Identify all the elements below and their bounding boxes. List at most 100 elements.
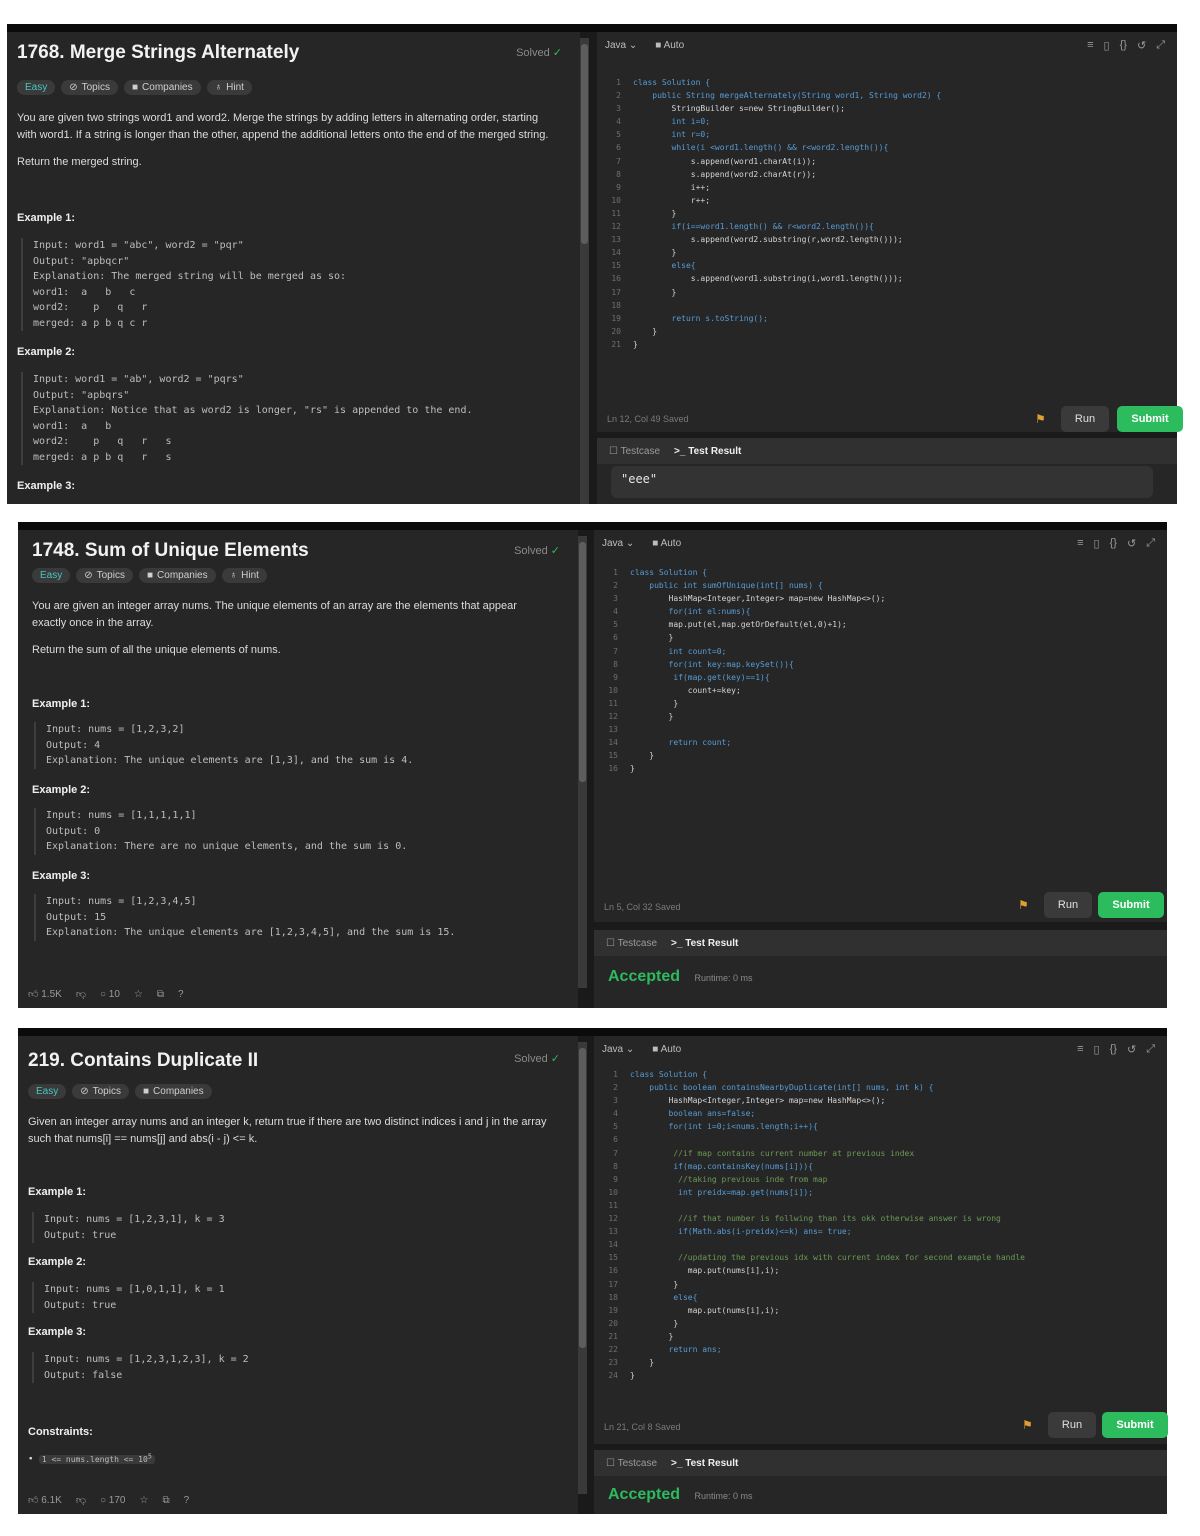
- language-selector[interactable]: Java ⌄: [602, 1044, 634, 1055]
- comments-button[interactable]: ○ 10: [100, 989, 120, 1000]
- code-line[interactable]: 23 }: [596, 1356, 1025, 1369]
- tab-test-result[interactable]: >_ Test Result: [671, 938, 738, 949]
- submit-button[interactable]: Submit: [1098, 892, 1164, 918]
- code-line[interactable]: 3 HashMap<Integer,Integer> map=new HashM…: [596, 1094, 1025, 1107]
- share-icon[interactable]: ⧉: [162, 1495, 169, 1506]
- code-editor[interactable]: 1 class Solution {2 public boolean contai…: [596, 1068, 1025, 1382]
- format-icon[interactable]: ≡: [1087, 39, 1093, 52]
- expand-icon[interactable]: ⤢: [1156, 39, 1165, 52]
- code-line[interactable]: 15 }: [596, 749, 885, 762]
- help-icon[interactable]: ?: [178, 989, 184, 1000]
- code-line[interactable]: 4 for(int el:nums){: [596, 605, 885, 618]
- format-icon[interactable]: ≡: [1077, 537, 1083, 550]
- bookmark-icon[interactable]: ▯: [1094, 1043, 1100, 1056]
- code-line[interactable]: 7 //if map contains current number at pr…: [596, 1147, 1025, 1160]
- code-line[interactable]: 6 while(i <word1.length() && r<word2.len…: [599, 141, 941, 154]
- language-selector[interactable]: Java ⌄: [602, 538, 634, 549]
- share-icon[interactable]: ⧉: [157, 989, 164, 1000]
- description-scrollbar[interactable]: [580, 38, 589, 504]
- submit-button[interactable]: Submit: [1117, 406, 1183, 432]
- code-line[interactable]: 22 return ans;: [596, 1343, 1025, 1356]
- code-line[interactable]: 1 class Solution {: [596, 1068, 1025, 1081]
- language-selector[interactable]: Java ⌄: [605, 40, 637, 51]
- expand-icon[interactable]: ⤢: [1146, 537, 1155, 550]
- code-line[interactable]: 11: [596, 1199, 1025, 1212]
- debug-icon[interactable]: ⚑: [1035, 412, 1046, 426]
- code-line[interactable]: 17 }: [596, 1278, 1025, 1291]
- code-line[interactable]: 1 class Solution {: [596, 566, 885, 579]
- code-line[interactable]: 10 int preidx=map.get(nums[i]);: [596, 1186, 1025, 1199]
- companies-tag[interactable]: ■ Companies: [123, 80, 201, 95]
- code-line[interactable]: 8 for(int key:map.keySet()){: [596, 658, 885, 671]
- companies-tag[interactable]: ■ Companies: [134, 1084, 212, 1099]
- hint-tag[interactable]: ♁ Hint: [221, 568, 267, 583]
- topics-tag[interactable]: ⊘ Topics: [76, 568, 133, 583]
- code-line[interactable]: 15 else{: [599, 259, 941, 272]
- braces-icon[interactable]: {}: [1120, 39, 1127, 52]
- topics-tag[interactable]: ⊘ Topics: [61, 80, 118, 95]
- difficulty-tag[interactable]: Easy: [17, 80, 56, 95]
- tab-test-result[interactable]: >_ Test Result: [674, 446, 741, 457]
- code-line[interactable]: 13 if(Math.abs(i-preidx)<=k) ans= true;: [596, 1225, 1025, 1238]
- code-line[interactable]: 19 return s.toString();: [599, 312, 941, 325]
- code-line[interactable]: 17 }: [599, 286, 941, 299]
- code-line[interactable]: 12 }: [596, 710, 885, 723]
- code-line[interactable]: 13: [596, 723, 885, 736]
- reset-icon[interactable]: ↺: [1127, 537, 1136, 550]
- difficulty-tag[interactable]: Easy: [32, 568, 71, 583]
- autocomplete-mode[interactable]: ■ Auto: [652, 538, 681, 549]
- code-line[interactable]: 2 public boolean containsNearbyDuplicate…: [596, 1081, 1025, 1094]
- code-line[interactable]: 5 for(int i=0;i<nums.length;i++){: [596, 1120, 1025, 1133]
- code-editor[interactable]: 1 class Solution {2 public String mergeAl…: [599, 76, 941, 351]
- braces-icon[interactable]: {}: [1110, 537, 1117, 550]
- reset-icon[interactable]: ↺: [1137, 39, 1146, 52]
- code-line[interactable]: 14 }: [599, 246, 941, 259]
- code-line[interactable]: 12 //if that number is follwing than its…: [596, 1212, 1025, 1225]
- topics-tag[interactable]: ⊘ Topics: [72, 1084, 129, 1099]
- code-line[interactable]: 9 if(map.get(key)==1){: [596, 671, 885, 684]
- debug-icon[interactable]: ⚑: [1018, 898, 1029, 912]
- help-icon[interactable]: ?: [184, 1495, 190, 1506]
- dislike-icon[interactable]: 👎︎: [76, 988, 86, 1000]
- comments-button[interactable]: ○ 170: [100, 1495, 126, 1506]
- code-line[interactable]: 11 }: [599, 207, 941, 220]
- code-line[interactable]: 4 int i=0;: [599, 115, 941, 128]
- difficulty-tag[interactable]: Easy: [28, 1084, 67, 1099]
- code-line[interactable]: 15 //updating the previous idx with curr…: [596, 1251, 1025, 1264]
- code-line[interactable]: 9 i++;: [599, 181, 941, 194]
- code-line[interactable]: 18: [599, 299, 941, 312]
- description-scrollbar[interactable]: [578, 536, 587, 988]
- code-line[interactable]: 10 r++;: [599, 194, 941, 207]
- code-line[interactable]: 3 StringBuilder s=new StringBuilder();: [599, 102, 941, 115]
- hint-tag[interactable]: ♁ Hint: [206, 80, 252, 95]
- code-line[interactable]: 19 map.put(nums[i],i);: [596, 1304, 1025, 1317]
- code-line[interactable]: 6 }: [596, 631, 885, 644]
- debug-icon[interactable]: ⚑: [1022, 1418, 1033, 1432]
- code-line[interactable]: 6: [596, 1133, 1025, 1146]
- code-line[interactable]: 12 if(i==word1.length() && r<word2.lengt…: [599, 220, 941, 233]
- code-editor[interactable]: 1 class Solution {2 public int sumOfUniqu…: [596, 566, 885, 776]
- code-line[interactable]: 2 public int sumOfUnique(int[] nums) {: [596, 579, 885, 592]
- code-line[interactable]: 4 boolean ans=false;: [596, 1107, 1025, 1120]
- tab-test-result[interactable]: >_ Test Result: [671, 1458, 738, 1469]
- code-line[interactable]: 5 map.put(el,map.getOrDefault(el,0)+1);: [596, 618, 885, 631]
- code-line[interactable]: 11 }: [596, 697, 885, 710]
- tab-testcase[interactable]: ☐ Testcase: [606, 938, 657, 949]
- dislike-icon[interactable]: 👎︎: [76, 1494, 86, 1506]
- code-line[interactable]: 20 }: [599, 325, 941, 338]
- star-icon[interactable]: ☆: [134, 989, 143, 1000]
- run-button[interactable]: Run: [1044, 892, 1092, 918]
- format-icon[interactable]: ≡: [1077, 1043, 1083, 1056]
- like-button[interactable]: 👍︎ 6.1K: [28, 1494, 62, 1506]
- code-line[interactable]: 14 return count;: [596, 736, 885, 749]
- code-line[interactable]: 21}: [599, 338, 941, 351]
- code-line[interactable]: 18 else{: [596, 1291, 1025, 1304]
- reset-icon[interactable]: ↺: [1127, 1043, 1136, 1056]
- code-line[interactable]: 24}: [596, 1369, 1025, 1382]
- code-line[interactable]: 7 int count=0;: [596, 645, 885, 658]
- code-line[interactable]: 16 map.put(nums[i],i);: [596, 1264, 1025, 1277]
- run-button[interactable]: Run: [1048, 1412, 1096, 1438]
- description-scrollbar[interactable]: [578, 1042, 587, 1494]
- code-line[interactable]: 20 }: [596, 1317, 1025, 1330]
- code-line[interactable]: 10 count+=key;: [596, 684, 885, 697]
